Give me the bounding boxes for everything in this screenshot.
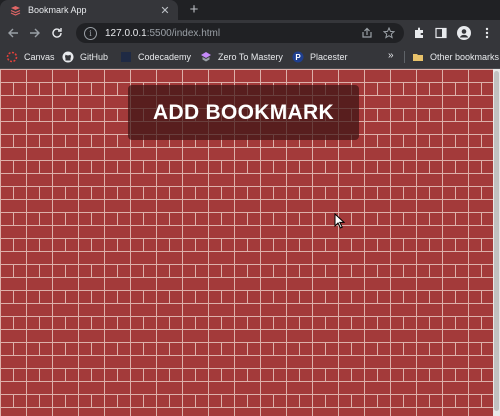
bookmark-codecademy[interactable]: Codecademy bbox=[120, 50, 191, 64]
page-scrollbar[interactable] bbox=[493, 69, 500, 416]
other-bookmarks-folder[interactable]: Other bookmarks bbox=[412, 50, 499, 64]
svg-text:P: P bbox=[295, 53, 301, 62]
bookmark-github[interactable]: GitHub bbox=[62, 50, 108, 64]
share-icon[interactable] bbox=[360, 26, 374, 40]
mouse-cursor-icon bbox=[334, 213, 346, 229]
ztm-icon bbox=[200, 51, 212, 63]
tab-title: Bookmark App bbox=[28, 5, 87, 15]
url-text: 127.0.0.1:5500/index.html bbox=[105, 27, 221, 39]
reload-icon[interactable] bbox=[48, 24, 66, 42]
canvas-icon bbox=[6, 51, 18, 63]
profile-icon[interactable] bbox=[455, 24, 473, 42]
folder-icon bbox=[412, 51, 424, 63]
site-info-icon[interactable]: i bbox=[84, 26, 97, 40]
menu-icon[interactable] bbox=[478, 24, 496, 42]
favicon-icon bbox=[10, 5, 21, 16]
more-bookmarks-chevron-icon[interactable]: » bbox=[388, 50, 394, 61]
tab-bookmark-app[interactable]: Bookmark App ✕ bbox=[0, 0, 178, 20]
github-icon bbox=[62, 51, 74, 63]
extensions-icon[interactable] bbox=[410, 24, 428, 42]
bookmark-placester[interactable]: P Placester bbox=[292, 50, 348, 64]
codecademy-icon bbox=[120, 51, 132, 63]
bookmark-zero-to-mastery[interactable]: Zero To Mastery bbox=[200, 50, 283, 64]
placester-icon: P bbox=[292, 51, 304, 63]
browser-toolbar: i 127.0.0.1:5500/index.html bbox=[0, 20, 500, 46]
bookmarks-bar: Canvas GitHub Codecademy Zero To Mastery… bbox=[0, 46, 500, 69]
tab-strip: Bookmark App ✕ + bbox=[0, 0, 500, 20]
browser-window: Bookmark App ✕ + i 127.0.0.1:5500/index.… bbox=[0, 0, 500, 416]
page-content-brick-background: ADD BOOKMARK bbox=[0, 69, 493, 416]
new-tab-button[interactable]: + bbox=[186, 2, 202, 18]
star-icon[interactable] bbox=[382, 26, 396, 40]
back-icon[interactable] bbox=[4, 24, 22, 42]
forward-icon[interactable] bbox=[26, 24, 44, 42]
side-panel-icon[interactable] bbox=[432, 24, 450, 42]
add-bookmark-button[interactable]: ADD BOOKMARK bbox=[128, 85, 359, 140]
address-bar[interactable]: i 127.0.0.1:5500/index.html bbox=[76, 23, 404, 43]
scrollbar-thumb[interactable] bbox=[494, 71, 499, 411]
bookmark-canvas[interactable]: Canvas bbox=[6, 50, 55, 64]
bookmarks-divider bbox=[404, 51, 405, 63]
close-tab-icon[interactable]: ✕ bbox=[158, 3, 172, 17]
